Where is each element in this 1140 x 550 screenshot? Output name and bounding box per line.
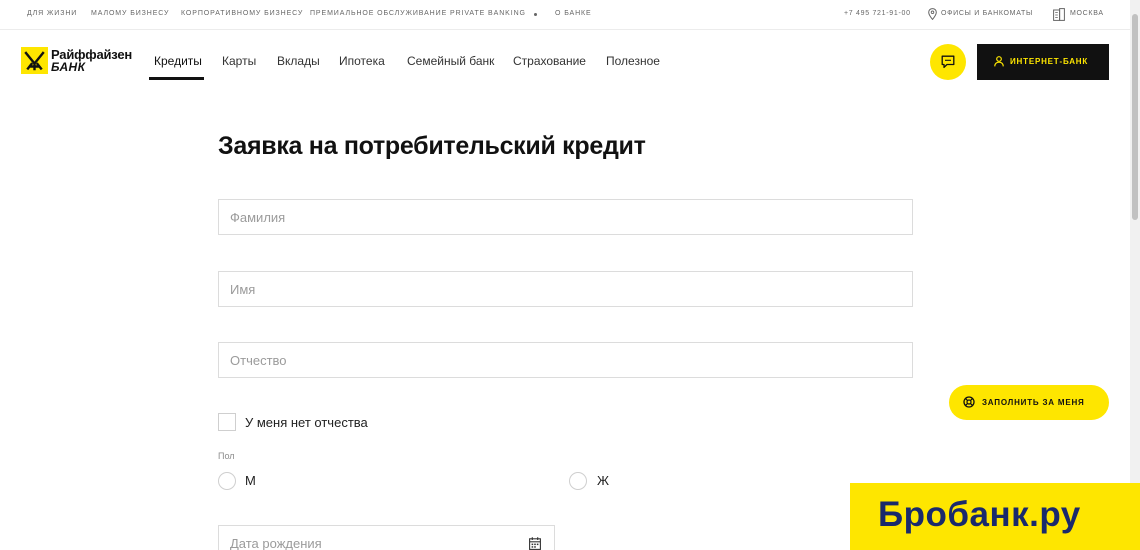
- birthdate-field[interactable]: [218, 525, 555, 550]
- nav-item-insurance[interactable]: Страхование: [513, 54, 586, 68]
- phone-number[interactable]: +7 495 721-91-00: [844, 10, 911, 17]
- logo-mark-icon: [21, 47, 48, 74]
- raiffeisen-logo[interactable]: Райффайзен БАНК: [21, 47, 133, 75]
- nav-active-indicator: [149, 77, 204, 80]
- city-selector[interactable]: МОСКВА: [1070, 10, 1104, 17]
- nav-item-credits[interactable]: Кредиты: [154, 54, 202, 68]
- gender-female-label[interactable]: Ж: [597, 473, 609, 488]
- no-patronymic-checkbox[interactable]: [218, 413, 236, 431]
- first-name-input[interactable]: [218, 271, 913, 307]
- calendar-icon[interactable]: [529, 537, 541, 550]
- top-utility-bar: Для жизни Малому бизнесу Корпоративному …: [0, 0, 1130, 30]
- patronymic-input[interactable]: [218, 342, 913, 378]
- top-link-for-life[interactable]: Для жизни: [27, 10, 77, 17]
- page-title: Заявка на потребительский кредит: [218, 132, 646, 160]
- internet-bank-label: ИНТЕРНЕТ-БАНК: [1010, 57, 1089, 66]
- top-link-premium[interactable]: Премиальное обслуживание: [310, 10, 447, 17]
- fill-for-me-label: ЗАПОЛНИТЬ ЗА МЕНЯ: [982, 398, 1085, 407]
- gender-male-label[interactable]: М: [245, 473, 256, 488]
- nav-item-cards[interactable]: Карты: [222, 54, 256, 68]
- fill-for-me-button[interactable]: ЗАПОЛНИТЬ ЗА МЕНЯ: [949, 385, 1109, 420]
- brobank-watermark: Бробанк.ру: [850, 483, 1140, 550]
- nav-item-deposits[interactable]: Вклады: [277, 54, 320, 68]
- gender-male-radio[interactable]: [218, 472, 236, 490]
- logo-subtext: БАНК: [51, 60, 86, 74]
- lifebuoy-icon: [963, 396, 975, 408]
- gender-label: Пол: [218, 451, 235, 461]
- surname-input[interactable]: [218, 199, 913, 235]
- top-link-corporate[interactable]: Корпоративному бизнесу: [181, 10, 303, 17]
- offices-atms-link[interactable]: ОФИСЫ И БАНКОМАТЫ: [941, 10, 1033, 17]
- top-link-private-banking[interactable]: Private Banking: [450, 10, 526, 17]
- page-scrollbar-thumb[interactable]: [1132, 14, 1138, 220]
- user-icon: [994, 56, 1004, 67]
- building-icon: [1053, 8, 1065, 21]
- top-link-small-business[interactable]: Малому бизнесу: [91, 10, 169, 17]
- gender-female-radio[interactable]: [569, 472, 587, 490]
- top-link-about-bank[interactable]: О банке: [555, 10, 592, 17]
- separator-dot: [534, 13, 537, 16]
- location-pin-icon: [928, 8, 937, 20]
- watermark-text: Бробанк.ру: [878, 495, 1081, 534]
- no-patronymic-label[interactable]: У меня нет отчества: [245, 415, 368, 430]
- birthdate-input[interactable]: [219, 526, 519, 550]
- internet-bank-button[interactable]: ИНТЕРНЕТ-БАНК: [977, 44, 1109, 80]
- chat-icon: [941, 55, 955, 69]
- nav-item-useful[interactable]: Полезное: [606, 54, 660, 68]
- nav-item-family-bank[interactable]: Семейный банк: [407, 54, 494, 68]
- chat-button[interactable]: [930, 44, 966, 80]
- nav-item-mortgage[interactable]: Ипотека: [339, 54, 385, 68]
